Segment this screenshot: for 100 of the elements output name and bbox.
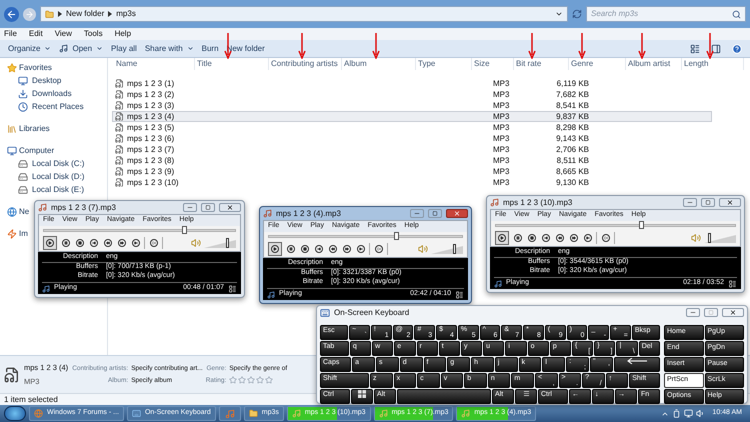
file-row[interactable]: mps 1 2 3 (9) MP3 8,665 KB <box>112 166 712 177</box>
nav-item[interactable]: Local Disk (D:) <box>0 171 107 182</box>
stop-button[interactable] <box>74 238 85 248</box>
menu-item[interactable]: View <box>54 28 72 40</box>
step-button[interactable] <box>148 238 159 248</box>
fast-forward-button[interactable] <box>341 244 352 254</box>
menu-key[interactable] <box>515 389 537 404</box>
maximize-icon[interactable] <box>201 203 215 212</box>
step-button[interactable] <box>373 244 384 254</box>
skip-forward-button[interactable] <box>582 232 593 244</box>
minimize-icon[interactable] <box>410 209 424 218</box>
skip-back-button[interactable] <box>540 232 551 244</box>
network-icon[interactable] <box>684 409 694 418</box>
play-button[interactable] <box>43 236 57 250</box>
file-row[interactable]: mps 1 2 3 (10) MP3 9,130 KB <box>112 177 712 188</box>
enter-key[interactable] <box>614 357 660 372</box>
column-header[interactable]: Type <box>416 58 472 70</box>
seek-thumb[interactable] <box>394 232 400 240</box>
seek-thumb[interactable] <box>639 221 644 229</box>
speaker-icon[interactable] <box>191 238 201 248</box>
column-header[interactable]: Bit rate <box>514 58 569 70</box>
search-field[interactable]: Search mp3s <box>591 8 732 20</box>
view-icon[interactable] <box>455 290 464 298</box>
nav-item[interactable]: Downloads <box>0 88 107 99</box>
toolbar-button[interactable]: Burn <box>202 42 219 54</box>
pause-button[interactable] <box>60 238 71 248</box>
column-header[interactable]: Contributing artists <box>269 58 342 70</box>
file-row[interactable]: mps 1 2 3 (6) MP3 9,143 KB <box>112 133 712 144</box>
nav-item[interactable]: Recent Places <box>0 101 107 112</box>
file-row[interactable]: mps 1 2 3 (3) MP3 8,541 KB <box>112 100 712 111</box>
fast-forward-button[interactable] <box>568 232 579 244</box>
nav-item[interactable]: Libraries <box>7 123 50 134</box>
column-header[interactable]: Album <box>342 58 416 70</box>
skip-forward-button[interactable] <box>130 238 141 248</box>
breadcrumb[interactable]: New folder <box>66 8 104 20</box>
column-header[interactable]: Name <box>114 58 195 70</box>
menu-item[interactable]: Tools <box>84 28 103 40</box>
toolbar-button[interactable]: Open <box>59 42 104 54</box>
view-icon[interactable] <box>728 280 737 288</box>
maximize-icon[interactable] <box>704 308 718 317</box>
file-row[interactable]: mps 1 2 3 (1) MP3 6,119 KB <box>112 78 712 89</box>
breadcrumb[interactable]: mp3s <box>116 8 136 20</box>
seek-track[interactable] <box>495 224 736 227</box>
skip-forward-button[interactable] <box>355 244 366 254</box>
rewind-button[interactable] <box>102 238 113 248</box>
maximize-icon[interactable] <box>701 198 715 207</box>
maximize-icon[interactable] <box>428 209 442 218</box>
skip-back-button[interactable] <box>88 238 99 248</box>
minimize-icon[interactable] <box>686 308 700 317</box>
fast-forward-button[interactable] <box>116 238 127 248</box>
nav-item[interactable]: Local Disk (E:) <box>0 184 107 195</box>
volume-thumb[interactable] <box>226 238 229 248</box>
column-header[interactable]: Size <box>472 58 514 70</box>
search-box[interactable]: Search mp3s <box>586 6 746 22</box>
volume-slider[interactable] <box>704 233 736 243</box>
column-header[interactable]: Title <box>195 58 269 70</box>
play-button[interactable] <box>268 242 282 256</box>
close-icon[interactable] <box>722 308 744 317</box>
nav-item[interactable]: Local Disk (C:) <box>0 158 107 169</box>
nav-item[interactable]: Computer <box>7 145 54 156</box>
nav-item[interactable]: Desktop <box>0 75 107 86</box>
view-icon[interactable] <box>228 284 237 292</box>
address-bar[interactable]: New folder mp3s <box>40 6 568 22</box>
preview-pane-icon[interactable] <box>711 44 721 54</box>
menu-item[interactable]: Edit <box>28 28 43 40</box>
file-row[interactable]: mps 1 2 3 (8) MP3 8,511 KB <box>112 155 712 166</box>
speaker-icon[interactable] <box>691 233 701 243</box>
view-icon[interactable] <box>690 44 700 54</box>
nav-item[interactable]: Ne <box>7 206 30 217</box>
column-header[interactable]: Length <box>682 58 744 70</box>
windows-key[interactable] <box>351 389 373 404</box>
refresh-icon[interactable] <box>572 9 582 19</box>
skip-back-button[interactable] <box>313 244 324 254</box>
help-icon[interactable] <box>732 44 742 54</box>
battery-icon[interactable] <box>672 409 682 418</box>
rewind-button[interactable] <box>554 232 565 244</box>
file-row[interactable]: mps 1 2 3 (2) MP3 7,682 KB <box>112 89 712 100</box>
close-icon[interactable] <box>719 198 741 207</box>
nav-item[interactable]: Favorites <box>7 62 52 73</box>
pause-button[interactable] <box>285 244 296 254</box>
file-row[interactable]: mps 1 2 3 (7) MP3 2,706 KB <box>112 144 712 155</box>
rewind-button[interactable] <box>327 244 338 254</box>
back-icon[interactable] <box>4 6 19 22</box>
column-header[interactable]: Genre <box>569 58 626 70</box>
search-icon[interactable] <box>732 10 741 18</box>
play-button[interactable] <box>495 231 509 245</box>
toolbar-button[interactable]: Organize <box>8 42 52 54</box>
step-button[interactable] <box>600 232 611 244</box>
minimize-icon[interactable] <box>183 203 197 212</box>
column-header[interactable]: Album artist <box>626 58 682 70</box>
volume-icon[interactable] <box>696 409 706 418</box>
toolbar-button[interactable]: Share with <box>144 42 194 54</box>
forward-icon[interactable] <box>23 8 36 20</box>
volume-thumb[interactable] <box>452 244 456 254</box>
volume-slider[interactable] <box>431 244 463 254</box>
close-icon[interactable] <box>219 203 241 212</box>
file-row[interactable]: mps 1 2 3 (5) MP3 8,298 KB <box>112 122 712 133</box>
close-icon[interactable] <box>446 209 468 218</box>
nav-item[interactable]: Im <box>7 228 28 239</box>
stop-button[interactable] <box>299 244 310 254</box>
